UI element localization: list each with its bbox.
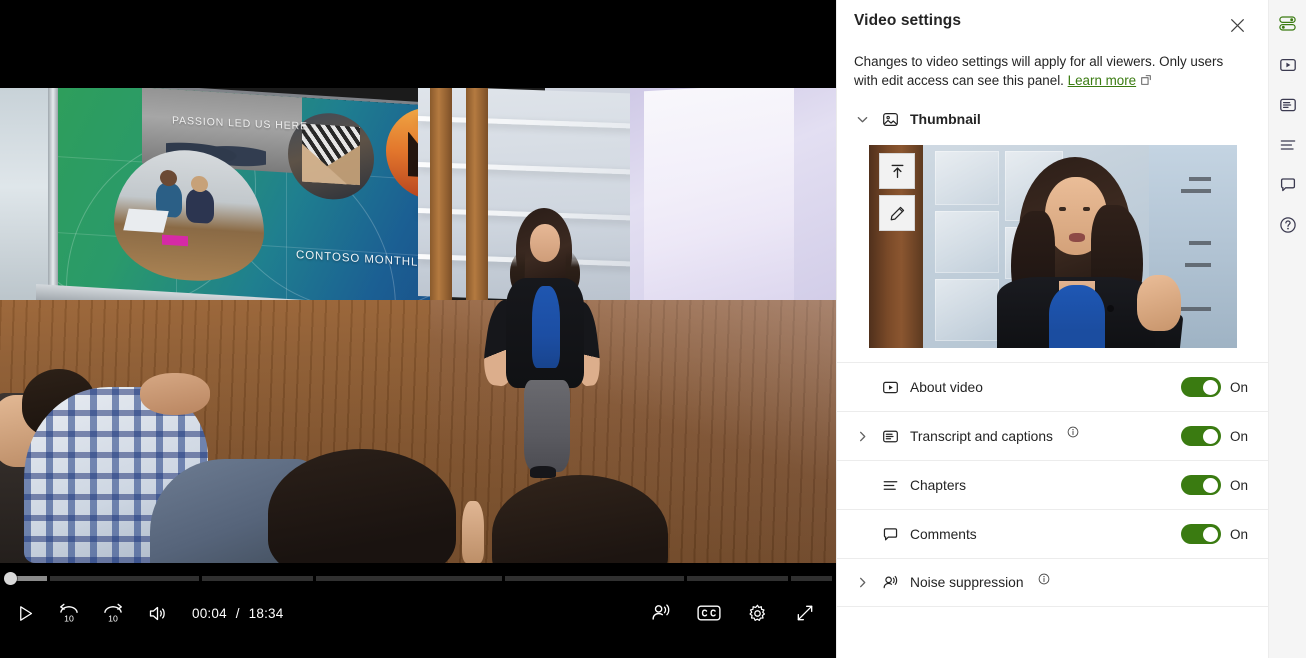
speaker-view-icon[interactable] — [646, 598, 676, 628]
seek-segment[interactable] — [790, 576, 832, 581]
setting-row-transcript-and-captions[interactable]: Transcript and captions On — [837, 411, 1268, 460]
video-frame-content: PASSION LED US HERE CONTOSO MONTHLY Q&A — [0, 88, 836, 563]
seek-bar[interactable] — [0, 571, 836, 585]
toggle-state-label: On — [1230, 477, 1249, 493]
fullscreen-icon[interactable] — [790, 598, 820, 628]
seek-handle[interactable] — [4, 572, 17, 585]
chevron-right-icon[interactable] — [854, 430, 870, 443]
controls-row: 10 10 00:04 / 18:34 — [0, 589, 836, 637]
seek-segment[interactable] — [201, 576, 314, 581]
comments-icon — [880, 524, 900, 544]
forward-10-button[interactable]: 10 — [98, 598, 128, 628]
time-display: 00:04 / 18:34 — [192, 606, 283, 621]
about-video-icon — [880, 377, 900, 397]
info-icon[interactable] — [1067, 426, 1079, 438]
panel-description: Changes to video settings will apply for… — [837, 40, 1268, 91]
about-video-toggle[interactable] — [1181, 377, 1221, 397]
toggle-state-label: On — [1230, 526, 1249, 542]
chevron-down-icon[interactable] — [854, 111, 870, 127]
video-settings-icon[interactable] — [1273, 8, 1303, 38]
video-surface[interactable]: PASSION LED US HERE CONTOSO MONTHLY Q&A — [0, 88, 836, 563]
comments-icon[interactable] — [1273, 170, 1303, 200]
svg-text:10: 10 — [64, 613, 74, 623]
comments-toggle[interactable] — [1181, 524, 1221, 544]
video-player: PASSION LED US HERE CONTOSO MONTHLY Q&A — [0, 0, 836, 658]
player-controls: 10 10 00:04 / 18:34 — [0, 563, 836, 658]
seek-segment[interactable] — [687, 576, 788, 581]
seek-segment[interactable] — [504, 576, 685, 581]
chapters-toggle[interactable] — [1181, 475, 1221, 495]
chapters-icon[interactable] — [1273, 130, 1303, 160]
setting-label: Transcript and captions — [910, 428, 1053, 444]
transcript-icon[interactable] — [1273, 90, 1303, 120]
close-icon[interactable] — [1222, 10, 1252, 40]
seek-segment[interactable] — [50, 576, 199, 581]
duration: 18:34 — [248, 605, 284, 621]
setting-row-about-video[interactable]: About video On — [837, 362, 1268, 411]
chevron-right-icon[interactable] — [854, 576, 870, 589]
volume-button[interactable] — [142, 598, 172, 628]
seek-segment[interactable] — [316, 576, 502, 581]
settings-gear-icon[interactable] — [742, 598, 772, 628]
time-separator: / — [235, 605, 240, 621]
settings-list: About video On Transcript and captions O… — [837, 362, 1268, 607]
thumbnail-section-header[interactable]: Thumbnail — [837, 91, 1268, 135]
audience-group — [0, 363, 836, 563]
play-button[interactable] — [10, 598, 40, 628]
thumbnail-image-icon — [880, 109, 900, 129]
noise-suppression-icon — [880, 573, 900, 593]
current-time: 00:04 — [192, 605, 227, 621]
toggle-state-label: On — [1230, 379, 1249, 395]
panel-title: Video settings — [854, 12, 962, 29]
help-icon[interactable] — [1273, 210, 1303, 240]
external-link-icon — [1140, 72, 1152, 91]
closed-captions-icon[interactable] — [694, 598, 724, 628]
setting-label: Chapters — [910, 477, 966, 493]
upload-thumbnail-icon[interactable] — [879, 153, 915, 189]
edit-thumbnail-icon[interactable] — [879, 195, 915, 231]
rewind-10-button[interactable]: 10 — [54, 598, 84, 628]
thumbnail-preview[interactable] — [869, 145, 1237, 348]
transcript-icon — [880, 426, 900, 446]
seek-track[interactable] — [6, 576, 832, 581]
app-root: PASSION LED US HERE CONTOSO MONTHLY Q&A — [0, 0, 1306, 658]
toggle-state-label: On — [1230, 428, 1249, 444]
setting-label: About video — [910, 379, 983, 395]
svg-text:10: 10 — [108, 613, 118, 623]
thumbnail-section-title: Thumbnail — [910, 111, 981, 127]
controls-left-group: 10 10 00:04 / 18:34 — [0, 598, 283, 628]
setting-label: Comments — [910, 526, 977, 542]
right-icon-rail — [1268, 0, 1306, 658]
chapters-icon — [880, 475, 900, 495]
panel-header: Video settings — [837, 0, 1268, 40]
studio-wood-column-1 — [430, 88, 452, 304]
panel-scroll-area[interactable]: Video settings Changes to video settings… — [837, 0, 1268, 658]
thumbnail-image — [869, 145, 1237, 348]
setting-row-noise-suppression[interactable]: Noise suppression — [837, 558, 1268, 607]
controls-right-group — [646, 598, 836, 628]
about-video-icon[interactable] — [1273, 50, 1303, 80]
transcript-and-captions-toggle[interactable] — [1181, 426, 1221, 446]
video-settings-panel: Video settings Changes to video settings… — [836, 0, 1268, 658]
setting-row-chapters[interactable]: Chapters On — [837, 460, 1268, 509]
info-icon[interactable] — [1038, 573, 1050, 585]
thumbnail-action-buttons — [879, 153, 915, 231]
setting-label: Noise suppression — [910, 575, 1024, 590]
studio-lightbox-panel — [630, 88, 836, 316]
panel-description-text: Changes to video settings will apply for… — [854, 54, 1224, 88]
setting-row-comments[interactable]: Comments On — [837, 509, 1268, 558]
learn-more-link[interactable]: Learn more — [1068, 73, 1136, 88]
